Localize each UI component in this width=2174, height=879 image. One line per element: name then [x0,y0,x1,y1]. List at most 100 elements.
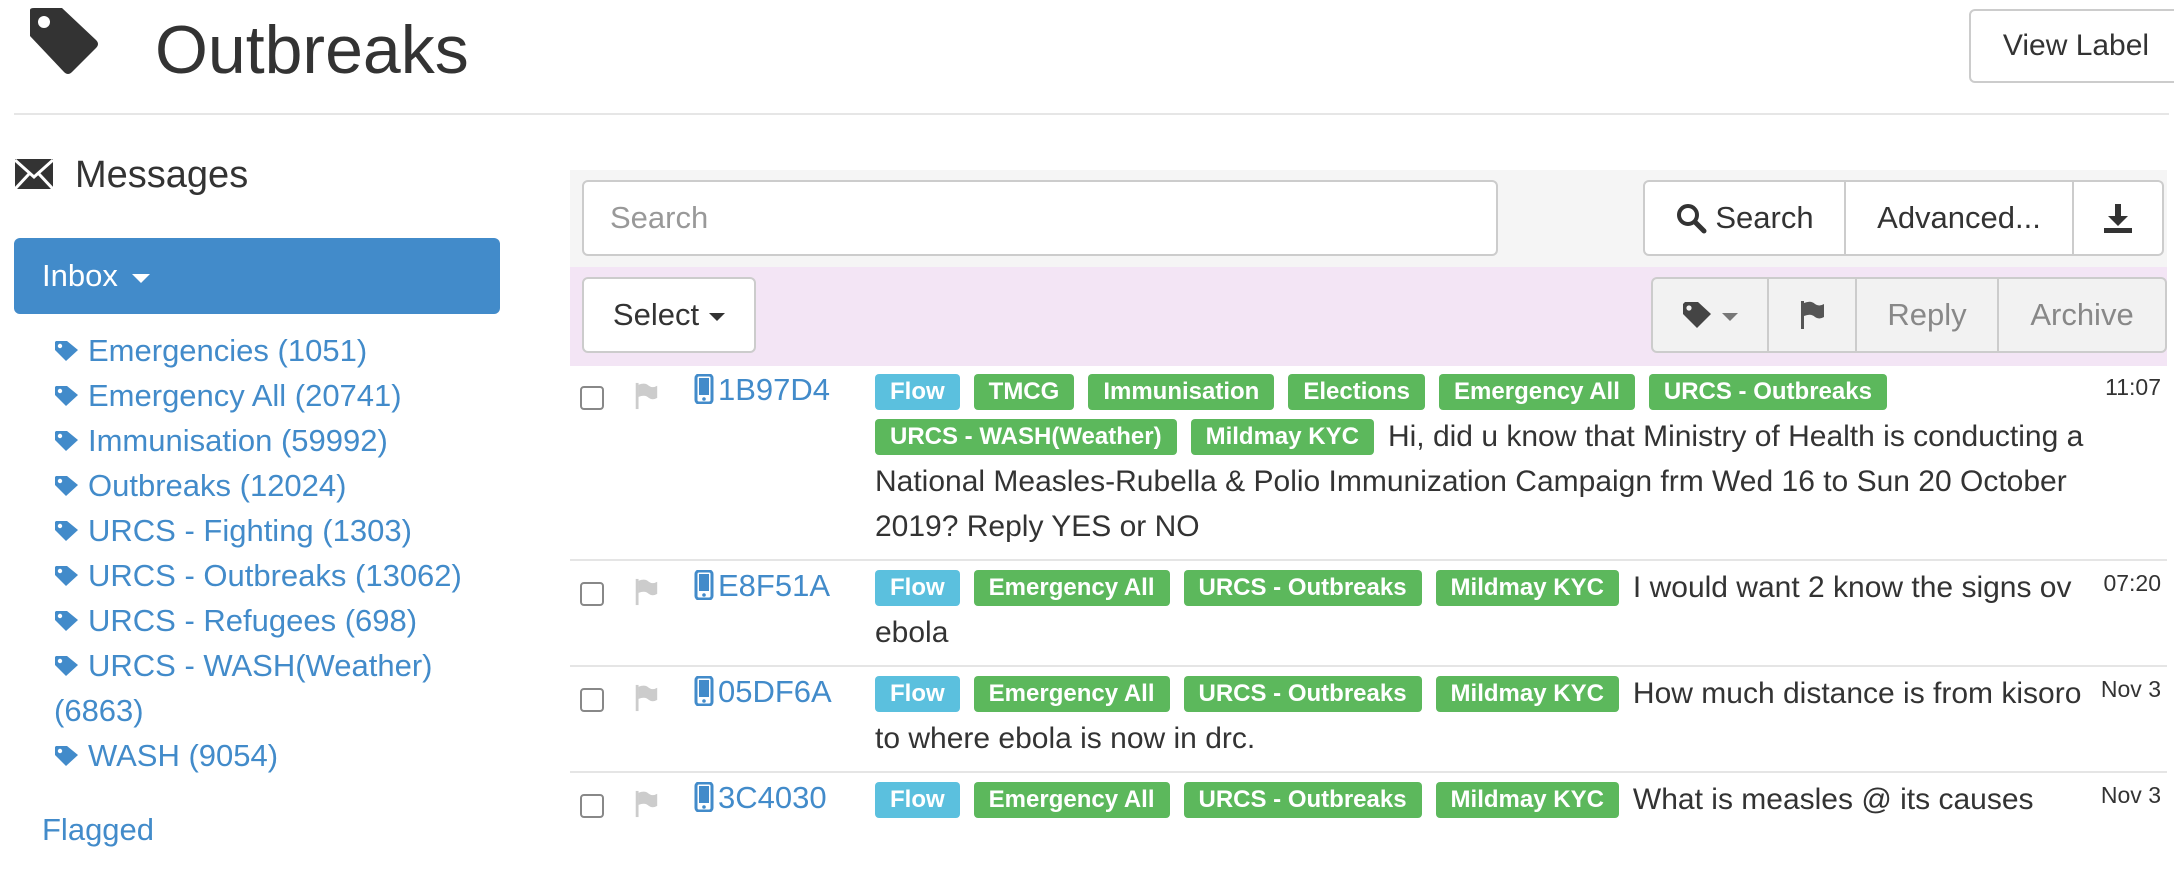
view-label-button[interactable]: View Label [1969,9,2174,83]
contact-link[interactable]: 05DF6A [694,674,832,710]
tag-icon [30,8,98,74]
sidebar-label-urcs-wash[interactable]: URCS - WASH(Weather) (6863) [54,643,474,733]
tag-flow[interactable]: Flow [875,374,960,410]
tag-label[interactable]: Emergency All [1439,374,1635,410]
table-row[interactable]: 1B97D4 Flow TMCG Immunisation Elections Emer… [570,366,2167,561]
search-button-group: Search Advanced... [1643,180,2164,256]
row-checkbox[interactable] [580,794,604,818]
message-body: Flow Emergency All URCS - Outbreaks Mildmay… [875,777,2097,822]
sidebar-label-outbreaks[interactable]: Outbreaks (12024) [54,463,514,508]
sidebar: Messages Inbox Emergencies (1051) Emerge… [14,150,504,847]
tag-label[interactable]: Emergency All [973,570,1170,606]
tag-label[interactable]: Mildmay KYC [1435,570,1619,606]
tag-flow[interactable]: Flow [875,570,960,606]
sidebar-label-immunisation[interactable]: Immunisation (59992) [54,418,514,463]
archive-button[interactable]: Archive [1999,277,2167,353]
phone-icon [694,676,714,706]
sidebar-label-wash[interactable]: WASH (9054) [54,733,514,778]
caret-down-icon [709,313,726,321]
sidebar-label-text: Outbreaks (12024) [88,468,347,503]
sidebar-label-text: WASH (9054) [88,738,279,773]
sidebar-label-text: URCS - Outbreaks (13062) [88,558,462,593]
message-body: Flow Emergency All URCS - Outbreaks Mildmay… [875,671,2097,761]
table-row[interactable]: 3C4030 Flow Emergency All URCS - Outbreaks… [570,773,2167,879]
message-time: Nov 3 [2100,782,2161,808]
search-button[interactable]: Search [1643,180,1846,256]
search-icon [1677,204,1707,234]
caret-down-icon [131,273,150,283]
label-dropdown-button[interactable] [1651,277,1769,353]
sidebar-label-text: Emergency All (20741) [88,378,402,413]
tag-label[interactable]: URCS - Outbreaks [1648,374,1887,410]
contact-link[interactable]: 1B97D4 [694,372,830,408]
table-row[interactable]: E8F51A Flow Emergency All URCS - Outbreaks… [570,561,2167,667]
flag-icon [1801,301,1824,329]
inbox-label: Inbox [42,258,118,293]
message-time: 07:20 [2103,570,2161,596]
flag-icon[interactable] [632,578,660,606]
tag-icon [55,656,78,676]
message-time: 11:07 [2105,374,2161,400]
tag-flow[interactable]: Flow [875,782,960,818]
tag-icon [55,431,78,451]
tag-label[interactable]: Emergency All [973,676,1170,712]
phone-icon [694,782,714,812]
row-checkbox[interactable] [580,688,604,712]
tag-icon [55,746,78,766]
select-button-label: Select [612,297,700,332]
caret-down-icon [1722,313,1738,321]
row-checkbox[interactable] [580,582,604,606]
advanced-search-button[interactable]: Advanced... [1846,180,2074,256]
sidebar-label-urcs-fighting[interactable]: URCS - Fighting (1303) [54,508,514,553]
phone-icon [694,374,714,404]
contact-link[interactable]: E8F51A [694,568,830,604]
message-body: Flow TMCG Immunisation Elections Emergency A… [875,369,2097,549]
message-list: 1B97D4 Flow TMCG Immunisation Elections Emer… [570,366,2167,879]
tag-label[interactable]: URCS - Outbreaks [1183,782,1422,818]
tag-icon [1683,302,1711,328]
sidebar-label-emergency-all[interactable]: Emergency All (20741) [54,373,514,418]
sidebar-label-emergencies[interactable]: Emergencies (1051) [54,328,514,373]
action-button-group: Reply Archive [1651,277,2167,353]
sidebar-label-text: Immunisation (59992) [88,423,388,458]
tag-icon [55,566,78,586]
sidebar-label-text: URCS - WASH(Weather) (6863) [54,648,433,728]
flag-icon[interactable] [632,382,660,410]
tag-label[interactable]: Mildmay KYC [1435,676,1619,712]
sidebar-label-urcs-outbreaks[interactable]: URCS - Outbreaks (13062) [54,553,514,598]
message-time: Nov 3 [2100,676,2161,702]
sidebar-item-flagged[interactable]: Flagged [42,812,154,848]
flag-icon[interactable] [632,790,660,818]
tag-label[interactable]: Mildmay KYC [1190,419,1374,455]
tag-label[interactable]: Immunisation [1088,374,1275,410]
select-dropdown-button[interactable]: Select [582,277,756,353]
tag-label[interactable]: TMCG [973,374,1075,410]
contact-link[interactable]: 3C4030 [694,780,827,816]
inbox-dropdown-button[interactable]: Inbox [14,238,500,314]
tag-label[interactable]: Emergency All [973,782,1170,818]
tag-icon [55,341,78,361]
message-text: What is measles @ its causes [1632,783,2034,816]
download-icon [2104,204,2132,233]
tag-label[interactable]: URCS - Outbreaks [1183,570,1422,606]
sidebar-label-urcs-refugees[interactable]: URCS - Refugees (698) [54,598,514,643]
contact-id: 3C4030 [718,780,827,815]
contact-id: E8F51A [718,568,831,603]
tag-label[interactable]: Mildmay KYC [1435,782,1619,818]
tag-label[interactable]: URCS - Outbreaks [1183,676,1422,712]
download-button[interactable] [2074,180,2164,256]
search-input[interactable] [582,180,1498,256]
row-checkbox[interactable] [580,386,604,410]
flag-button[interactable] [1769,277,1857,353]
tag-flow[interactable]: Flow [875,676,960,712]
tag-label[interactable]: URCS - WASH(Weather) [875,419,1177,455]
table-row[interactable]: 05DF6A Flow Emergency All URCS - Outbreaks… [570,667,2167,773]
envelope-icon [14,158,54,190]
tag-icon [55,611,78,631]
messages-heading: Messages [14,150,504,206]
sidebar-label-text: URCS - Fighting (1303) [88,513,412,548]
flag-icon[interactable] [632,684,660,712]
tag-label[interactable]: Elections [1288,374,1426,410]
phone-icon [694,570,714,600]
reply-button[interactable]: Reply [1857,277,1999,353]
